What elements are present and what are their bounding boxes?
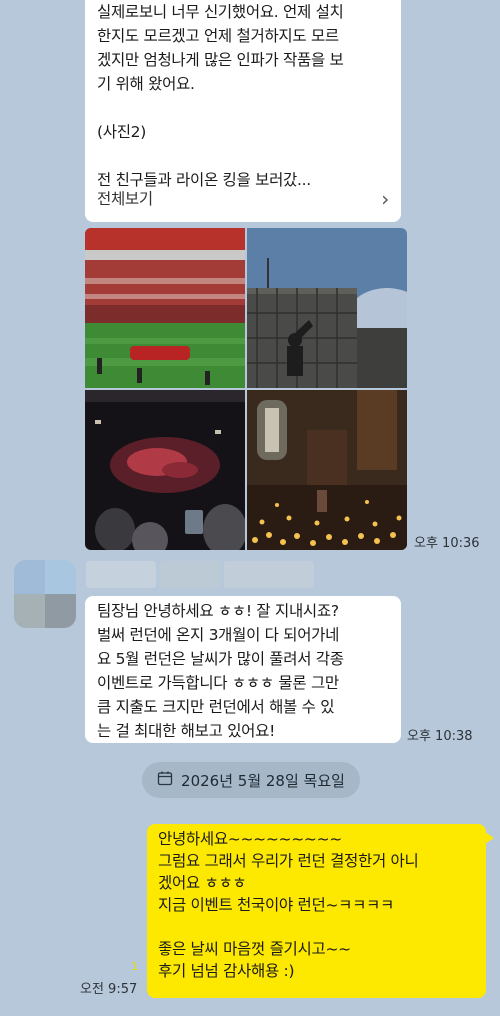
- date-text: 2026년 5월 28일 목요일: [181, 771, 345, 790]
- message-line: 벌써 런던에 온지 3개월이 다 되어가네: [97, 626, 340, 644]
- message-line: 그럼요 그래서 우리가 런던 결정한거 아니: [158, 852, 419, 870]
- message-line: 지금 이벤트 천국이야 런던~ㅋㅋㅋㅋ: [158, 896, 394, 914]
- message-line: 겠지만 엄청나게 많은 인파가 작품을 보: [97, 51, 344, 69]
- date-divider: 2026년 5월 28일 목요일: [142, 762, 360, 798]
- chevron-right-icon: ›: [381, 187, 389, 211]
- message-line: 팀장님 안녕하세요 ㅎㅎ! 잘 지내시죠?: [97, 602, 339, 620]
- calendar-icon: [157, 770, 173, 790]
- message-time: 오전 9:57: [80, 982, 138, 997]
- message-line: (사진2): [97, 123, 146, 141]
- message-line: 실제로보니 너무 신기했어요. 언제 설치: [97, 3, 344, 21]
- message-line: 좋은 날씨 마음껏 즐기시고~~: [158, 940, 351, 958]
- message-line: [97, 144, 344, 168]
- candlelit-church-photo[interactable]: [247, 390, 407, 550]
- message-time: 오후 10:38: [407, 729, 473, 744]
- message-line: 안녕하세요~~~~~~~~~: [158, 830, 342, 848]
- message-bubble-prev[interactable]: 실제로보니 너무 신기했어요. 언제 설치 한지도 모르겠고 언제 철거하지도 …: [85, 0, 401, 222]
- message-line: [97, 96, 344, 120]
- message-line: 겠어요 ㅎㅎㅎ: [158, 874, 247, 892]
- sender-name-blurred: [86, 561, 156, 588]
- message-line: 는 걸 최대한 해보고 있어요!: [97, 722, 275, 740]
- view-all-label: 전체보기: [97, 190, 153, 208]
- message-line: 이벤트로 가득합니다 ㅎㅎㅎ 물론 그만: [97, 674, 339, 692]
- view-all-link[interactable]: 전체보기 ›: [97, 187, 389, 211]
- message-line: 한지도 모르겠고 언제 철거하지도 모르: [97, 27, 339, 45]
- theater-stage-photo[interactable]: [85, 390, 247, 550]
- sender-name-blurred: [224, 561, 314, 588]
- message-line: 요 5월 런던은 날씨가 많이 풀려서 각종: [97, 650, 344, 668]
- bubble-tail: [485, 832, 494, 844]
- sender-name-blurred: [160, 561, 220, 588]
- message-line: 기 위해 왔어요.: [97, 75, 195, 93]
- message-line: [158, 916, 418, 938]
- my-message-bubble[interactable]: 안녕하세요~~~~~~~~~ 그럼요 그래서 우리가 런던 결정한거 아니 겠어…: [147, 824, 486, 998]
- avatar[interactable]: [14, 560, 76, 628]
- message-time: 오후 10:36: [414, 536, 480, 551]
- message-line: 후기 넘넘 감사해용 :): [158, 962, 295, 980]
- photo-grid[interactable]: [85, 228, 407, 550]
- building-statue-photo[interactable]: [247, 228, 407, 388]
- unread-count: 1: [131, 960, 138, 973]
- message-bubble-reply[interactable]: 팀장님 안녕하세요 ㅎㅎ! 잘 지내시죠? 벌써 런던에 온지 3개월이 다 되…: [85, 596, 401, 743]
- message-line: 큼 지출도 크지만 런던에서 해볼 수 있: [97, 698, 335, 716]
- stadium-photo[interactable]: [85, 228, 245, 388]
